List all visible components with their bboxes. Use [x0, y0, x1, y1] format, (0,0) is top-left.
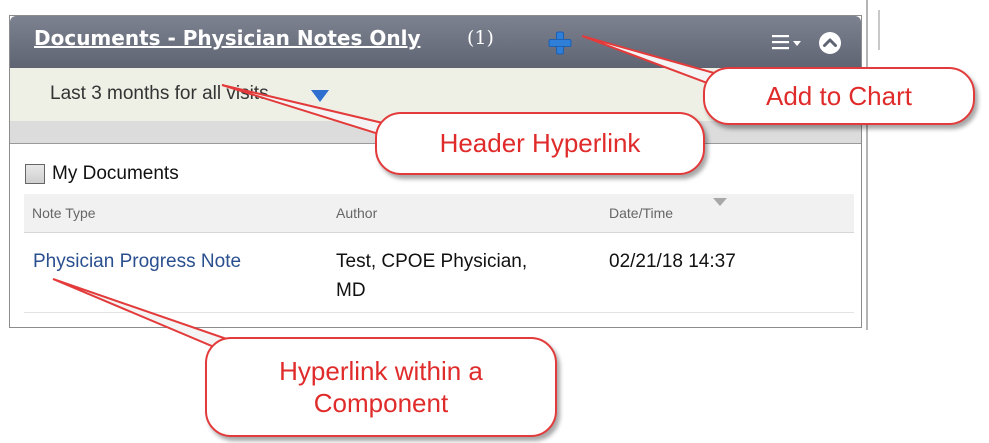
add-to-chart-callout-text: Add to Chart: [766, 80, 912, 111]
component-hyperlink-callout-line-2: Component: [313, 388, 449, 418]
component-hyperlink-callout: Hyperlink within a Component: [205, 337, 557, 437]
add-to-chart-callout: Add to Chart: [703, 67, 975, 125]
component-hyperlink-callout-line-1: Hyperlink within a: [279, 356, 483, 386]
header-hyperlink-callout-text: Header Hyperlink: [439, 128, 641, 158]
header-hyperlink-callout: Header Hyperlink: [375, 112, 705, 175]
